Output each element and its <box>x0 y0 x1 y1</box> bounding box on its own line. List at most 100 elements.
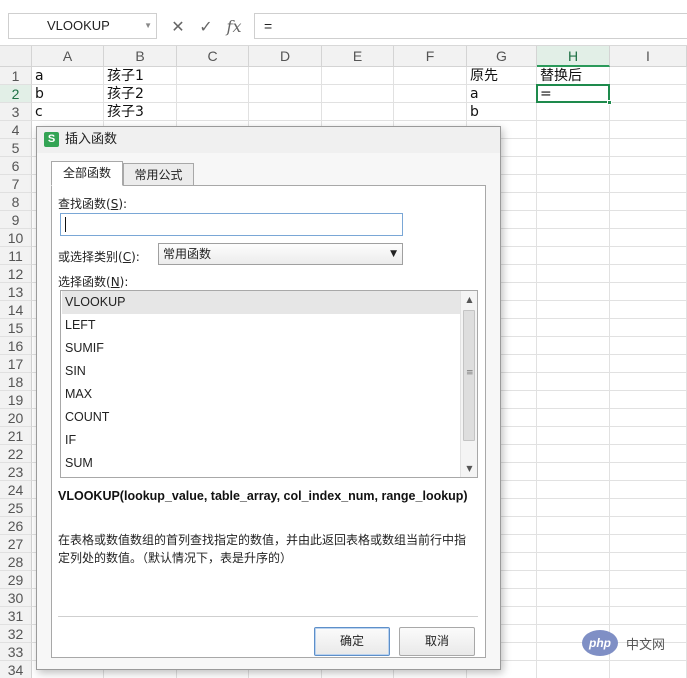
column-header-b[interactable]: B <box>104 46 177 67</box>
column-header-f[interactable]: F <box>394 46 467 67</box>
functions-label: 选择函数(N): <box>58 275 129 289</box>
category-select-value: 常用函数 <box>163 247 212 261</box>
text-caret <box>65 217 66 232</box>
row-header-26[interactable]: 26 <box>0 517 32 535</box>
wps-logo-icon: S <box>44 132 59 147</box>
fill-handle[interactable] <box>607 100 612 105</box>
row-header-23[interactable]: 23 <box>0 463 32 481</box>
column-header-e[interactable]: E <box>322 46 394 67</box>
php-logo: php <box>582 630 618 656</box>
row-header-13[interactable]: 13 <box>0 283 32 301</box>
scroll-down-icon[interactable]: ▼ <box>461 460 477 477</box>
row-header-7[interactable]: 7 <box>0 175 32 193</box>
row-header-34[interactable]: 34 <box>0 661 32 678</box>
cancel-button[interactable]: 取消 <box>399 627 475 656</box>
column-header-i[interactable]: I <box>610 46 687 67</box>
row-header-29[interactable]: 29 <box>0 571 32 589</box>
row-header-5[interactable]: 5 <box>0 139 32 157</box>
row-header-32[interactable]: 32 <box>0 625 32 643</box>
row-header-8[interactable]: 8 <box>0 193 32 211</box>
row-header-18[interactable]: 18 <box>0 373 32 391</box>
function-list[interactable]: ▲ ≡ ▼ VLOOKUP LEFT SUMIF SIN MAX COUNT IF SUM <box>60 290 478 478</box>
cell-h1[interactable]: 替换后 <box>537 67 610 85</box>
row-header-17[interactable]: 17 <box>0 355 32 373</box>
active-cell-outline <box>536 84 610 103</box>
scroll-up-icon[interactable]: ▲ <box>461 291 477 308</box>
divider <box>58 616 478 617</box>
function-item-sum[interactable]: SUM <box>62 452 460 475</box>
row-header-14[interactable]: 14 <box>0 301 32 319</box>
scroll-thumb[interactable]: ≡ <box>463 310 475 441</box>
formula-input[interactable]: = <box>254 13 687 39</box>
row-header-2[interactable]: 2 <box>0 85 32 103</box>
column-header-d[interactable]: D <box>249 46 322 67</box>
category-select[interactable]: 常用函数 ▼ <box>158 243 403 265</box>
search-function-input[interactable] <box>60 213 403 236</box>
cell-b2[interactable]: 孩子2 <box>104 85 177 103</box>
column-header-h[interactable]: H <box>537 46 610 67</box>
cell-a2[interactable]: b <box>32 85 104 103</box>
watermark-text: 中文网 <box>626 638 666 653</box>
row-header-25[interactable]: 25 <box>0 499 32 517</box>
row-header-4[interactable]: 4 <box>0 121 32 139</box>
cancel-icon[interactable]: ✕ <box>170 17 186 36</box>
function-item-sumif[interactable]: SUMIF <box>62 337 460 360</box>
cell-b3[interactable]: 孩子3 <box>104 103 177 121</box>
function-description: 在表格或数值数组的首列查找指定的数值，并由此返回表格或数组当前行中指定列处的数值… <box>58 533 467 565</box>
insert-function-icon[interactable]: fx <box>226 17 242 36</box>
search-label: 查找函数(S): <box>58 197 128 211</box>
select-all-corner[interactable] <box>0 46 32 67</box>
formula-actions: ✕ ✓ fx <box>170 13 242 39</box>
cell-a1[interactable]: a <box>32 67 104 85</box>
row-header-11[interactable]: 11 <box>0 247 32 265</box>
function-item-max[interactable]: MAX <box>62 383 460 406</box>
row-header-27[interactable]: 27 <box>0 535 32 553</box>
function-signature: VLOOKUP(lookup_value, table_array, col_i… <box>58 489 468 503</box>
tab-all-functions[interactable]: 全部函数 <box>51 161 123 186</box>
row-header-9[interactable]: 9 <box>0 211 32 229</box>
row-header-28[interactable]: 28 <box>0 553 32 571</box>
function-item-count[interactable]: COUNT <box>62 406 460 429</box>
cell-b1[interactable]: 孩子1 <box>104 67 177 85</box>
row-header-10[interactable]: 10 <box>0 229 32 247</box>
column-header-c[interactable]: C <box>177 46 249 67</box>
column-header-g[interactable]: G <box>467 46 537 67</box>
row-header-16[interactable]: 16 <box>0 337 32 355</box>
cell-g2[interactable]: a <box>467 85 537 103</box>
row-header-24[interactable]: 24 <box>0 481 32 499</box>
watermark: php 中文网 <box>582 630 682 658</box>
row-header-1[interactable]: 1 <box>0 67 32 85</box>
name-box[interactable]: VLOOKUP ▼ <box>8 13 157 39</box>
ok-button[interactable]: 确定 <box>314 627 390 656</box>
chevron-down-icon[interactable]: ▼ <box>390 244 397 264</box>
row-header-20[interactable]: 20 <box>0 409 32 427</box>
confirm-icon[interactable]: ✓ <box>198 17 214 36</box>
list-scrollbar[interactable]: ▲ ≡ ▼ <box>460 291 477 477</box>
tab-common-formulas[interactable]: 常用公式 <box>123 163 194 187</box>
function-item-left[interactable]: LEFT <box>62 314 460 337</box>
cell-g3[interactable]: b <box>467 103 537 121</box>
row-header-31[interactable]: 31 <box>0 607 32 625</box>
grip-icon: ≡ <box>466 368 474 378</box>
function-item-if[interactable]: IF <box>62 429 460 452</box>
row-header-22[interactable]: 22 <box>0 445 32 463</box>
row-header-30[interactable]: 30 <box>0 589 32 607</box>
category-label: 或选择类别(C): <box>58 250 140 264</box>
row-header-19[interactable]: 19 <box>0 391 32 409</box>
row-header-33[interactable]: 33 <box>0 643 32 661</box>
dialog-title: 插入函数 <box>65 132 118 147</box>
formula-bar: VLOOKUP ▼ ✕ ✓ fx = <box>0 0 687 46</box>
row-header-21[interactable]: 21 <box>0 427 32 445</box>
row-header-3[interactable]: 3 <box>0 103 32 121</box>
function-item-vlookup[interactable]: VLOOKUP <box>62 291 460 314</box>
insert-function-dialog: S 插入函数 全部函数 常用公式 查找函数(S): 或选择类别(C): 常用函数… <box>36 126 501 670</box>
row-header-12[interactable]: 12 <box>0 265 32 283</box>
column-header-a[interactable]: A <box>32 46 104 67</box>
chevron-down-icon[interactable]: ▼ <box>144 14 152 38</box>
cell-g1[interactable]: 原先 <box>467 67 537 85</box>
function-item-sin[interactable]: SIN <box>62 360 460 383</box>
dialog-titlebar[interactable]: S 插入函数 <box>37 127 500 153</box>
row-header-15[interactable]: 15 <box>0 319 32 337</box>
row-header-6[interactable]: 6 <box>0 157 32 175</box>
cell-a3[interactable]: c <box>32 103 104 121</box>
